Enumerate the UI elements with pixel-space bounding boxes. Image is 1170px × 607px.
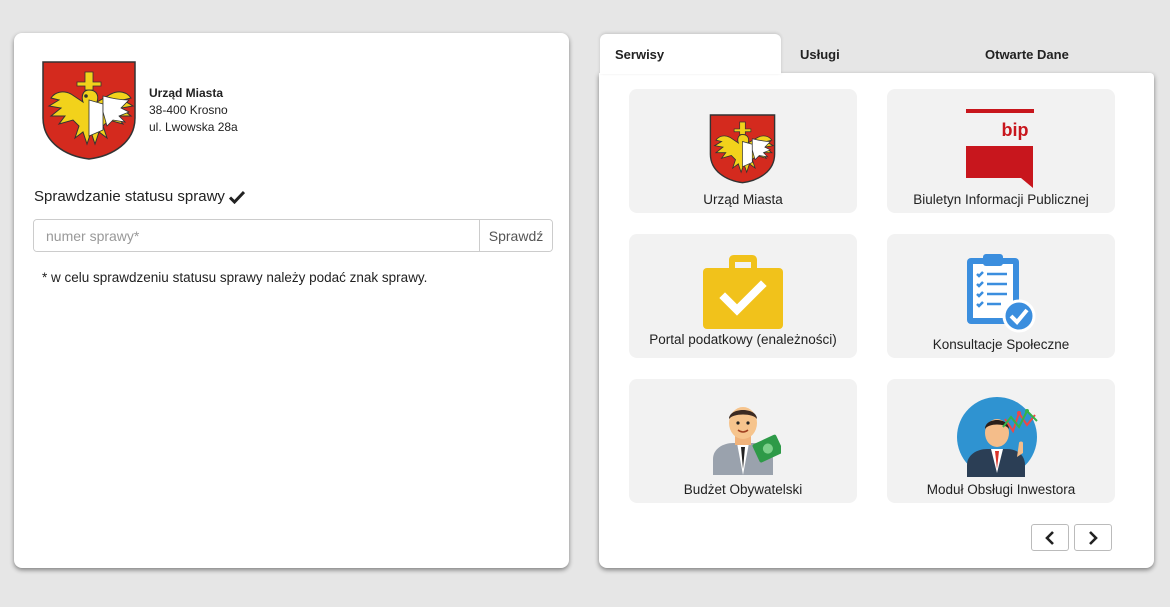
chevron-left-icon bbox=[1045, 530, 1054, 545]
status-note: * w celu sprawdzeniu statusu sprawy nale… bbox=[42, 270, 428, 285]
prev-page-button[interactable] bbox=[1031, 524, 1069, 551]
tab-serwisy[interactable]: Serwisy bbox=[600, 34, 781, 74]
clipboard-check-icon bbox=[967, 254, 1036, 333]
office-address: Urząd Miasta 38-400 Krosno ul. Lwowska 2… bbox=[149, 85, 238, 136]
check-status-button[interactable]: Sprawdź bbox=[479, 220, 552, 251]
status-heading: Sprawdzanie statusu sprawy bbox=[34, 188, 245, 205]
investor-chart-icon bbox=[957, 397, 1038, 477]
service-label: Urząd Miasta bbox=[703, 192, 783, 207]
case-search-group: Sprawdź bbox=[33, 219, 553, 252]
service-tile-bip[interactable]: bip Biuletyn Informacji Publicznej bbox=[887, 89, 1115, 213]
office-postal: 38-400 Krosno bbox=[149, 103, 228, 117]
case-status-panel: Urząd Miasta 38-400 Krosno ul. Lwowska 2… bbox=[14, 33, 569, 568]
bip-icon: bip bbox=[966, 109, 1034, 188]
service-label: Budżet Obywatelski bbox=[683, 482, 803, 497]
service-tile-budzet[interactable]: Budżet Obywatelski bbox=[629, 379, 857, 503]
service-label: Konsultacje Społeczne bbox=[932, 337, 1070, 352]
crest-icon bbox=[709, 114, 776, 184]
service-label: Moduł Obsługi Inwestora bbox=[926, 482, 1076, 497]
bip-logo-text: bip bbox=[1002, 120, 1029, 140]
service-label: Portal podatkowy (enależności) bbox=[649, 332, 837, 347]
case-number-input[interactable] bbox=[34, 220, 479, 251]
office-street: ul. Lwowska 28a bbox=[149, 120, 238, 134]
tab-uslugi[interactable]: Usługi bbox=[800, 34, 840, 74]
person-money-icon bbox=[713, 407, 781, 475]
services-panel: Urząd Miasta bip Biuletyn Informacji Pub… bbox=[599, 73, 1154, 568]
service-tile-portal-podatkowy[interactable]: Portal podatkowy (enależności) bbox=[629, 234, 857, 358]
service-tile-inwestor[interactable]: Moduł Obsługi Inwestora bbox=[887, 379, 1115, 503]
office-name: Urząd Miasta bbox=[149, 86, 224, 100]
status-title: Sprawdzanie statusu sprawy bbox=[34, 188, 225, 205]
briefcase-check-icon bbox=[703, 255, 783, 329]
chevron-right-icon bbox=[1089, 530, 1098, 545]
check-icon bbox=[228, 190, 245, 204]
crest-icon bbox=[42, 61, 136, 160]
tab-otwarte-dane[interactable]: Otwarte Dane bbox=[985, 34, 1069, 74]
service-tile-urzad-miasta[interactable]: Urząd Miasta bbox=[629, 89, 857, 213]
service-label: Biuletyn Informacji Publicznej bbox=[913, 192, 1089, 207]
service-tile-konsultacje[interactable]: Konsultacje Społeczne bbox=[887, 234, 1115, 358]
next-page-button[interactable] bbox=[1074, 524, 1112, 551]
